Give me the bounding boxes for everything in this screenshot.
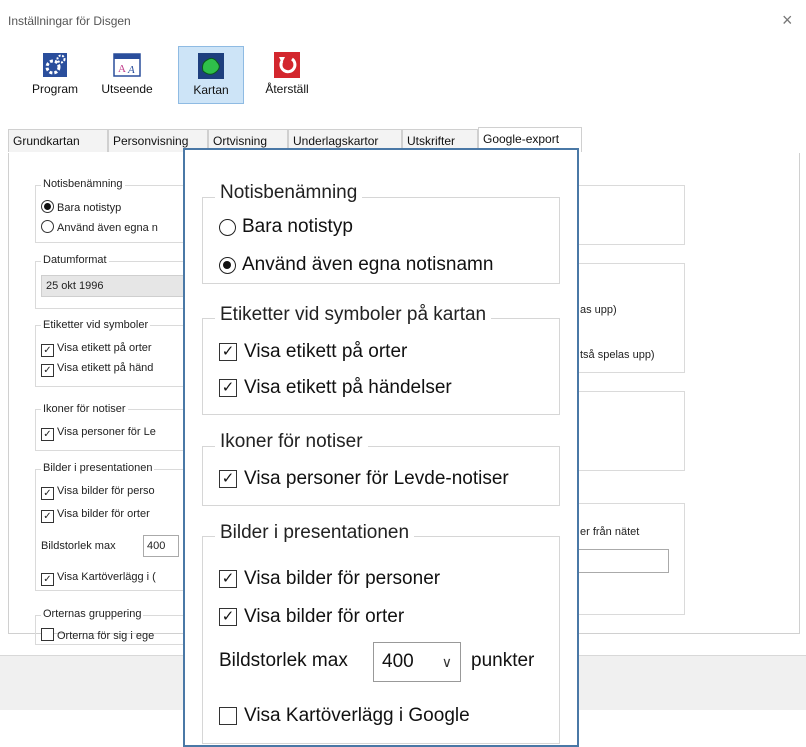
bild-size-value: 400 <box>147 540 166 552</box>
bild-kartoverlagg-checkbox[interactable]: ✓ Visa Kartöverlägg i ( <box>41 571 156 586</box>
map-icon <box>196 51 226 81</box>
zoom-bild-size-unit-text: punkter <box>471 650 535 671</box>
check-icon: ✓ <box>219 379 237 397</box>
zoom-bild-size-unit: punkter <box>471 650 534 672</box>
toolbar-program-button[interactable]: Program <box>22 46 88 104</box>
zoom-bild-size-value: 400 <box>382 651 414 672</box>
check-icon: ✓ <box>41 573 54 586</box>
window-title: Inställningar för Disgen <box>8 14 131 28</box>
check-icon: ✓ <box>219 343 237 361</box>
zoom-ikon-levde-checkbox[interactable]: ✓ Visa personer för Levde-notiser <box>219 468 509 490</box>
notis-option-egna[interactable]: Använd även egna n <box>41 220 158 234</box>
notis-option-egna-label: Använd även egna n <box>57 222 158 234</box>
zoom-bild-orter-label: Visa bilder för orter <box>244 606 405 627</box>
ort-legend: Orternas gruppering <box>41 608 144 620</box>
zoom-ikon-levde-label: Visa personer för Levde-notiser <box>244 468 509 489</box>
zoom-notis-option-egna-label: Använd även egna notisnamn <box>242 254 494 275</box>
ort-egen-checkbox[interactable]: Orterna för sig i ege <box>41 628 154 642</box>
datum-value: 25 okt 1996 <box>46 280 104 292</box>
etik-orter-label: Visa etikett på orter <box>57 342 152 354</box>
datum-select[interactable]: 25 okt 1996 <box>41 275 201 297</box>
bild-personer-checkbox[interactable]: ✓ Visa bilder för perso <box>41 485 155 500</box>
chevron-down-icon: ∨ <box>441 654 452 670</box>
toolbar-utseende-label: Utseende <box>101 82 153 96</box>
zoom-bild-size-label-text: Bildstorlek max <box>219 650 348 671</box>
etik-handelser-checkbox[interactable]: ✓ Visa etikett på händ <box>41 362 153 377</box>
zoom-bild-size-select[interactable]: 400 ∨ <box>373 642 461 682</box>
radio-unchecked-icon <box>219 218 236 236</box>
toolbar-kartan-label: Kartan <box>193 83 229 97</box>
radio-unchecked-icon <box>41 220 54 233</box>
toolbar-aterstall-label: Återställ <box>265 82 309 96</box>
zoom-bild-orter-checkbox[interactable]: ✓ Visa bilder för orter <box>219 606 404 628</box>
zoom-notis-option-egna[interactable]: Använd även egna notisnamn <box>219 254 493 276</box>
zoom-etik-orter-checkbox[interactable]: ✓ Visa etikett på orter <box>219 341 407 363</box>
bild-personer-label: Visa bilder för perso <box>57 485 155 497</box>
notis-option-bara-label: Bara notistyp <box>57 202 122 214</box>
bild-orter-checkbox[interactable]: ✓ Visa bilder för orter <box>41 508 150 523</box>
right-input[interactable] <box>577 549 669 573</box>
toolbar-aterstall-button[interactable]: Återställ <box>254 46 320 104</box>
zoom-etik-handelser-label: Visa etikett på händelser <box>244 377 452 398</box>
checkbox-empty-icon <box>41 628 54 641</box>
zoom-notis-legend: Notisbenämning <box>215 182 363 204</box>
settings-window: Inställningar för Disgen × Program AA Ut… <box>0 0 806 747</box>
font-icon: AA <box>112 50 142 80</box>
check-icon: ✓ <box>41 364 54 377</box>
check-icon: ✓ <box>41 510 54 523</box>
toolbar-utseende-button[interactable]: AA Utseende <box>94 46 160 104</box>
zoom-etik-group <box>202 318 560 415</box>
check-icon: ✓ <box>219 570 237 588</box>
reset-icon <box>272 50 302 80</box>
svg-text:A: A <box>118 63 126 75</box>
bild-kartoverlagg-label: Visa Kartöverlägg i ( <box>57 571 156 583</box>
zoom-bild-kartoverlagg-checkbox[interactable]: Visa Kartöverlägg i Google <box>219 705 470 727</box>
zoom-etik-handelser-checkbox[interactable]: ✓ Visa etikett på händelser <box>219 377 452 399</box>
etik-legend: Etiketter vid symboler <box>41 319 151 331</box>
check-icon: ✓ <box>41 487 54 500</box>
right-text-1: as upp) <box>580 304 617 316</box>
zoom-panel: Notisbenämning Bara notistyp Använd även… <box>183 148 579 747</box>
checkbox-empty-icon <box>219 707 237 725</box>
check-icon: ✓ <box>41 428 54 441</box>
etik-handelser-label: Visa etikett på händ <box>57 362 154 374</box>
ikon-levde-label: Visa personer för Le <box>57 426 156 438</box>
bild-size-label: Bildstorlek max <box>41 540 116 552</box>
check-icon: ✓ <box>219 608 237 626</box>
zoom-etik-orter-label: Visa etikett på orter <box>244 341 408 362</box>
notis-group <box>35 185 205 243</box>
notis-legend: Notisbenämning <box>41 178 125 190</box>
bild-size-select[interactable]: 400 <box>143 535 179 557</box>
tab-grundkartan[interactable]: Grundkartan <box>8 129 108 152</box>
zoom-bild-size-label: Bildstorlek max <box>219 650 348 672</box>
check-icon: ✓ <box>219 470 237 488</box>
ikon-legend: Ikoner för notiser <box>41 403 128 415</box>
svg-text:A: A <box>127 64 135 76</box>
radio-checked-icon <box>219 256 236 274</box>
check-icon: ✓ <box>41 344 54 357</box>
zoom-ikon-legend: Ikoner för notiser <box>215 431 368 453</box>
zoom-notis-option-bara-label: Bara notistyp <box>242 216 353 237</box>
bild-orter-label: Visa bilder för orter <box>57 508 150 520</box>
right-text-3: er från nätet <box>580 526 640 538</box>
notis-option-bara[interactable]: Bara notistyp <box>41 200 121 214</box>
zoom-notis-option-bara[interactable]: Bara notistyp <box>219 216 353 238</box>
close-icon[interactable]: × <box>782 10 793 31</box>
zoom-bild-personer-label: Visa bilder för personer <box>244 568 441 589</box>
right-text-2: tså spelas upp) <box>580 349 655 361</box>
zoom-etik-legend: Etiketter vid symboler på kartan <box>215 304 492 326</box>
ort-egen-label: Orterna för sig i ege <box>57 630 155 642</box>
bild-legend: Bilder i presentationen <box>41 462 155 474</box>
zoom-bild-legend: Bilder i presentationen <box>215 522 415 544</box>
ikon-levde-checkbox[interactable]: ✓ Visa personer för Le <box>41 426 156 441</box>
zoom-bild-personer-checkbox[interactable]: ✓ Visa bilder för personer <box>219 568 440 590</box>
zoom-bild-kartoverlagg-label: Visa Kartöverlägg i Google <box>244 705 470 726</box>
radio-checked-icon <box>41 200 54 213</box>
etik-orter-checkbox[interactable]: ✓ Visa etikett på orter <box>41 342 152 357</box>
toolbar-kartan-button[interactable]: Kartan <box>178 46 244 104</box>
datum-legend: Datumformat <box>41 254 109 266</box>
toolbar-program-label: Program <box>31 82 78 96</box>
gear-icon <box>40 50 70 80</box>
